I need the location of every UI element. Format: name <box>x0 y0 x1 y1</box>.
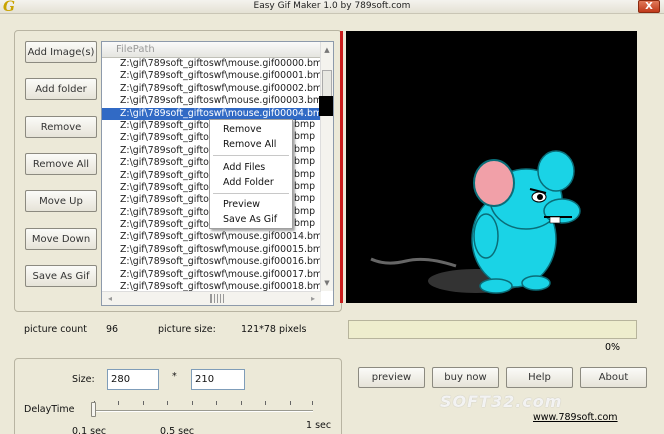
list-scroll-artifact <box>319 96 333 116</box>
title-bar: G Easy Gif Maker 1.0 by 789soft.com X <box>0 0 664 15</box>
context-save-as-gif[interactable]: Save As Gif <box>223 214 277 225</box>
save-as-gif-button[interactable]: Save As Gif <box>25 265 97 287</box>
mouse-image <box>370 150 581 294</box>
file-list-row[interactable]: Z:\gif\789soft_giftoswf\mouse.gif00003.b… <box>102 95 321 107</box>
slider-tick <box>192 401 193 405</box>
context-separator <box>213 193 289 194</box>
scroll-right-arrow-icon[interactable]: ▸ <box>307 292 319 305</box>
context-preview[interactable]: Preview <box>223 199 260 210</box>
horizontal-scroll-thumb[interactable] <box>210 294 224 303</box>
scroll-up-arrow-icon[interactable]: ▲ <box>321 44 333 56</box>
scroll-down-arrow-icon[interactable]: ▼ <box>321 277 333 289</box>
context-menu: Remove Remove All Add Files Add Folder P… <box>209 119 293 229</box>
remove-all-button[interactable]: Remove All <box>25 153 97 175</box>
file-list-row-suffix: bmp <box>294 218 316 230</box>
file-list-row-suffix: bmp <box>294 168 316 180</box>
file-list-row[interactable]: Z:\gif\789soft_giftoswf\mouse.gif00017.b… <box>102 269 321 281</box>
mouse-tail <box>370 257 457 268</box>
file-list-row-suffix: bmp <box>294 193 316 205</box>
close-button[interactable]: X <box>638 0 660 13</box>
picture-size-value: 121*78 pixels <box>241 324 307 335</box>
file-list-row[interactable]: Z:\gif\789soft_giftoswf\mouse.gif00015.b… <box>102 244 321 256</box>
slider-tick <box>143 401 144 405</box>
delay-mid-label: 0.5 sec <box>160 426 195 434</box>
about-button[interactable]: About <box>580 367 647 388</box>
slider-tick <box>118 401 119 405</box>
red-divider <box>340 31 343 303</box>
file-list-row[interactable]: Z:\gif\789soft_giftoswf\mouse.gif00001.b… <box>102 70 321 82</box>
progress-percent: 0% <box>605 342 621 353</box>
context-add-files[interactable]: Add Files <box>223 162 265 173</box>
mouse-ear-left <box>473 159 515 207</box>
website-link[interactable]: www.789soft.com <box>533 412 618 423</box>
slider-tick <box>241 401 242 405</box>
mouse-foot-right <box>521 275 551 291</box>
add-folder-button[interactable]: Add folder <box>25 78 97 100</box>
file-list-row-suffix: bmp <box>294 156 316 168</box>
file-list-row[interactable]: Z:\gif\789soft_giftoswf\mouse.gif00014.b… <box>102 231 321 243</box>
context-add-folder[interactable]: Add Folder <box>223 177 274 188</box>
delay-min-label: 0.1 sec <box>72 426 107 434</box>
slider-tick <box>290 401 291 405</box>
file-list-row[interactable]: Z:\gif\789soft_giftoswf\mouse.gif00000.b… <box>102 58 321 70</box>
progress-bar <box>348 320 637 339</box>
preview-button[interactable]: preview <box>358 367 425 388</box>
file-list-row-suffix: bmp <box>294 131 316 143</box>
slider-tick <box>312 401 313 405</box>
delay-time-label: DelayTime <box>24 404 75 415</box>
soft32-watermark: SOFT32.com <box>440 392 563 411</box>
picture-count-label: picture count <box>24 324 88 335</box>
horizontal-scrollbar[interactable]: ◂ ▸ <box>102 291 321 305</box>
delay-slider-thumb[interactable] <box>91 402 96 417</box>
move-down-button[interactable]: Move Down <box>25 228 97 250</box>
help-button[interactable]: Help <box>506 367 573 388</box>
slider-tick <box>216 401 217 405</box>
size-label: Size: <box>72 374 95 385</box>
file-list-row-suffix: bmp <box>294 181 316 192</box>
mouse-foot-left <box>479 278 513 294</box>
move-up-button[interactable]: Move Up <box>25 190 97 212</box>
delay-max-label: 1 sec <box>306 420 332 431</box>
context-remove[interactable]: Remove <box>223 124 262 135</box>
filepath-column-header[interactable]: FilePath <box>102 42 321 58</box>
buy-now-button[interactable]: buy now <box>432 367 499 388</box>
context-separator <box>213 155 289 156</box>
width-input[interactable]: 280 <box>107 369 159 390</box>
scroll-left-arrow-icon[interactable]: ◂ <box>104 292 116 305</box>
preview-canvas <box>346 31 637 303</box>
vertical-scrollbar[interactable]: ▲ ▼ <box>320 42 333 291</box>
picture-size-label: picture size: <box>158 324 216 335</box>
slider-tick <box>167 401 168 405</box>
mouse-ear-right <box>537 150 575 192</box>
window-title: Easy Gif Maker 1.0 by 789soft.com <box>253 1 411 11</box>
slider-tick <box>265 401 266 405</box>
file-list-row-suffix: bmp <box>294 143 316 155</box>
file-list-row[interactable]: Z:\gif\789soft_giftoswf\mouse.gif00002.b… <box>102 83 321 95</box>
file-list-row-suffix: bmp <box>294 119 316 130</box>
context-remove-all[interactable]: Remove All <box>223 139 276 150</box>
size-separator: * <box>172 371 177 382</box>
delay-slider-track[interactable] <box>92 410 313 412</box>
mouse-snout <box>543 198 581 224</box>
remove-button[interactable]: Remove <box>25 116 97 138</box>
mouse-arm <box>473 213 499 259</box>
file-list-row[interactable]: Z:\gif\789soft_giftoswf\mouse.gif00016.b… <box>102 256 321 268</box>
add-images-button[interactable]: Add Image(s) <box>25 41 97 63</box>
file-list-row-suffix: bmp <box>294 205 316 217</box>
picture-count-value: 96 <box>106 324 119 335</box>
settings-panel <box>14 358 342 434</box>
height-input[interactable]: 210 <box>191 369 245 390</box>
